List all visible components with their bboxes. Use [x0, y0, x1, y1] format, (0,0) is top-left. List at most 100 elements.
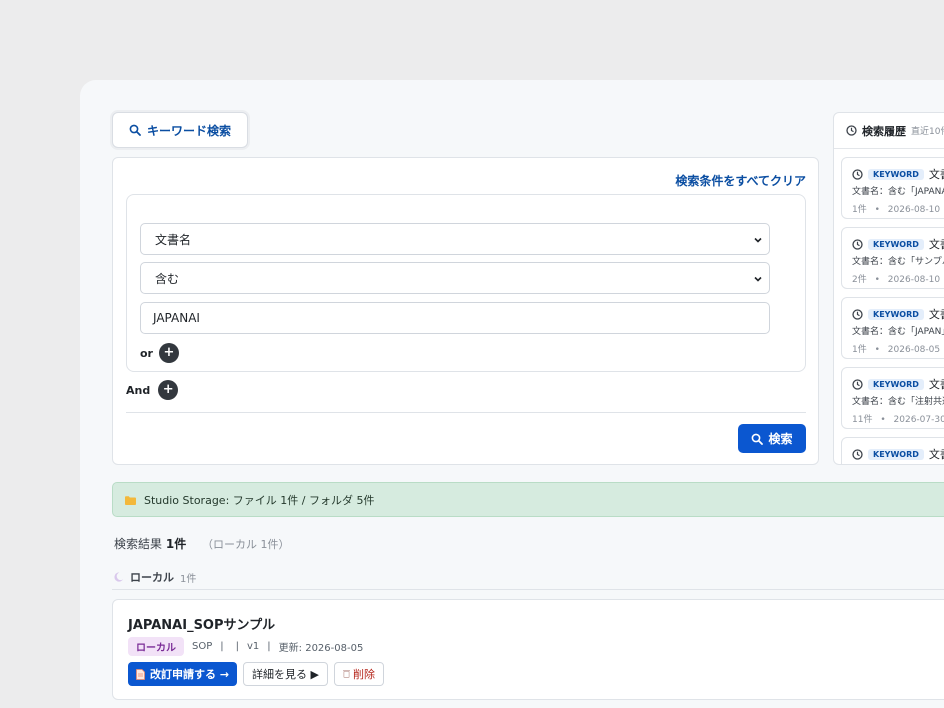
field-select-value: 文書名 [155, 232, 192, 247]
meta-separator: | [235, 641, 239, 652]
history-item-title: 文書名 [928, 448, 944, 461]
history-item-count: 1件 [852, 345, 867, 355]
app-window: キーワード検索 検索条件をすべてクリア 文書名 含む JAPANAI or + … [80, 80, 944, 708]
history-item-meta: 11件 • 2026-07-30 [852, 412, 944, 425]
history-item-meta: 2件 • 2026-08-10 [852, 272, 940, 285]
history-item-header: KEYWORD 文書名 [852, 306, 944, 322]
divider [126, 412, 806, 413]
storage-summary-banner: Studio Storage: ファイル 1件 / フォルダ 5件 [112, 482, 944, 517]
search-icon [751, 433, 764, 445]
and-label: And [126, 383, 151, 397]
tab-keyword-search-label: キーワード検索 [146, 123, 231, 138]
document-actions: 改訂申請する → 詳細を見る ▶ 削除 [128, 662, 385, 686]
history-item-header: KEYWORD 文書名 [852, 446, 944, 462]
add-and-group-button[interactable]: + [158, 380, 179, 400]
clear-all-conditions-link[interactable]: 検索条件をすべてクリア [675, 172, 806, 189]
search-history-panel: 検索履歴 直近10件 KEYWORD 文書名 文書名：含む「JAPANAI」 1… [833, 112, 944, 465]
search-icon [129, 124, 141, 136]
local-badge: ローカル [128, 637, 184, 656]
document-meta: ローカル SOP | | v1 | 更新: 2026-08-05 [128, 637, 363, 656]
history-item-count: 1件 [852, 205, 867, 215]
clock-icon [852, 378, 863, 390]
history-item-desc: 文書名：含む「JAPANAI」 [852, 187, 944, 197]
keyword-value-text: JAPANAI [153, 311, 200, 325]
local-section-header: ローカル 1件 [114, 569, 196, 585]
history-item-header: KEYWORD 文書名 [852, 166, 944, 182]
history-item-count: 2件 [852, 275, 867, 285]
condition-group: 文書名 含む JAPANAI or + [126, 194, 806, 372]
keyword-badge: KEYWORD [868, 378, 924, 390]
revision-request-label: 改訂申請する → [150, 668, 230, 681]
history-item-meta: 1件 • 2026-08-10 [852, 202, 940, 215]
delete-label: 削除 [353, 668, 376, 681]
history-item-header: KEYWORD 文書名 [852, 236, 944, 252]
local-section-label: ローカル [130, 571, 174, 584]
search-history-subtitle: 直近10件 [911, 127, 944, 137]
history-item-title: 文書名 [928, 168, 944, 181]
search-button[interactable]: 検索 [738, 424, 806, 453]
keyword-value-input[interactable]: JAPANAI [140, 302, 770, 334]
local-section-count: 1件 [180, 573, 197, 585]
history-item[interactable]: KEYWORD 文書名 文書名：含む「JAPAN」 1件 • 2026-08-0… [841, 297, 944, 359]
document-result-card: JAPANAI_SOPサンプル ローカル SOP | | v1 | 更新: 20… [112, 599, 944, 700]
results-count: 1件 [165, 537, 187, 551]
history-item-meta: 1件 • 2026-08-05 [852, 342, 940, 355]
add-or-condition-button[interactable]: + [158, 343, 179, 363]
history-item-title: 文書名 [928, 238, 944, 251]
document-type: SOP [192, 641, 213, 652]
view-details-label: 詳細を見る ▶ [252, 668, 320, 681]
history-item-count: 11件 [852, 415, 873, 425]
clock-icon [852, 308, 863, 320]
history-item-separator: • [880, 415, 886, 425]
operator-select[interactable]: 含む [140, 262, 770, 294]
storage-summary-text: Studio Storage: ファイル 1件 / フォルダ 5件 [144, 493, 375, 507]
history-item-desc: 文書名：含む「サンプル」 [852, 257, 944, 267]
folder-icon [125, 495, 136, 505]
search-history-header: 検索履歴 直近10件 [834, 113, 944, 149]
clock-icon [852, 448, 863, 460]
document-title[interactable]: JAPANAI_SOPサンプル [128, 614, 275, 633]
divider [112, 589, 944, 590]
history-item-date: 2026-08-10 [887, 275, 941, 285]
meta-separator: | [267, 641, 271, 652]
view-details-button[interactable]: 詳細を見る ▶ [243, 662, 329, 686]
history-item-desc: 文書名：含む「注射共通」 [852, 397, 944, 407]
tab-keyword-search[interactable]: キーワード検索 [112, 112, 248, 148]
history-item-title: 文書名 [928, 378, 944, 391]
document-version: v1 [247, 641, 260, 652]
results-local-count: （ローカル 1件） [202, 538, 290, 551]
meta-separator: | [220, 641, 224, 652]
history-item-date: 2026-08-10 [887, 205, 941, 215]
results-label: 検索結果 [114, 537, 163, 551]
history-item-desc: 文書名：含む「JAPAN」 [852, 327, 944, 337]
field-select[interactable]: 文書名 [140, 223, 770, 255]
keyword-badge: KEYWORD [868, 238, 924, 250]
history-item-separator: • [874, 275, 880, 285]
or-row: or + [140, 343, 179, 363]
document-updated: 更新: 2026-08-05 [278, 643, 364, 654]
chevron-down-icon [753, 234, 763, 244]
history-item-separator: • [874, 205, 880, 215]
document-icon [136, 668, 145, 680]
chevron-down-icon [753, 273, 763, 283]
keyword-badge: KEYWORD [868, 308, 924, 320]
history-item-title: 文書名 [928, 308, 944, 321]
clock-icon [846, 125, 857, 136]
trash-icon [343, 668, 351, 681]
search-criteria-panel: 検索条件をすべてクリア 文書名 含む JAPANAI or + And + 検索 [112, 157, 819, 465]
history-item[interactable]: KEYWORD 文書名 文書名：含む「JAPANAI」 1件 • 2026-08… [841, 157, 944, 219]
history-item[interactable]: KEYWORD 文書名 [841, 437, 944, 464]
history-item[interactable]: KEYWORD 文書名 文書名：含む「注射共通」 11件 • 2026-07-3… [841, 367, 944, 429]
history-item-date: 2026-07-30 [893, 415, 944, 425]
keyword-badge: KEYWORD [868, 448, 924, 460]
operator-select-value: 含む [155, 271, 180, 286]
search-history-title: 検索履歴 [862, 124, 906, 138]
revision-request-button[interactable]: 改訂申請する → [128, 662, 238, 686]
history-item-date: 2026-08-05 [887, 345, 941, 355]
keyword-badge: KEYWORD [868, 168, 924, 180]
delete-button[interactable]: 削除 [334, 662, 385, 686]
history-item[interactable]: KEYWORD 文書名 文書名：含む「サンプル」 2件 • 2026-08-10 [841, 227, 944, 289]
or-label: or [140, 346, 153, 360]
clock-icon [852, 238, 863, 250]
and-row: And + [126, 380, 179, 400]
